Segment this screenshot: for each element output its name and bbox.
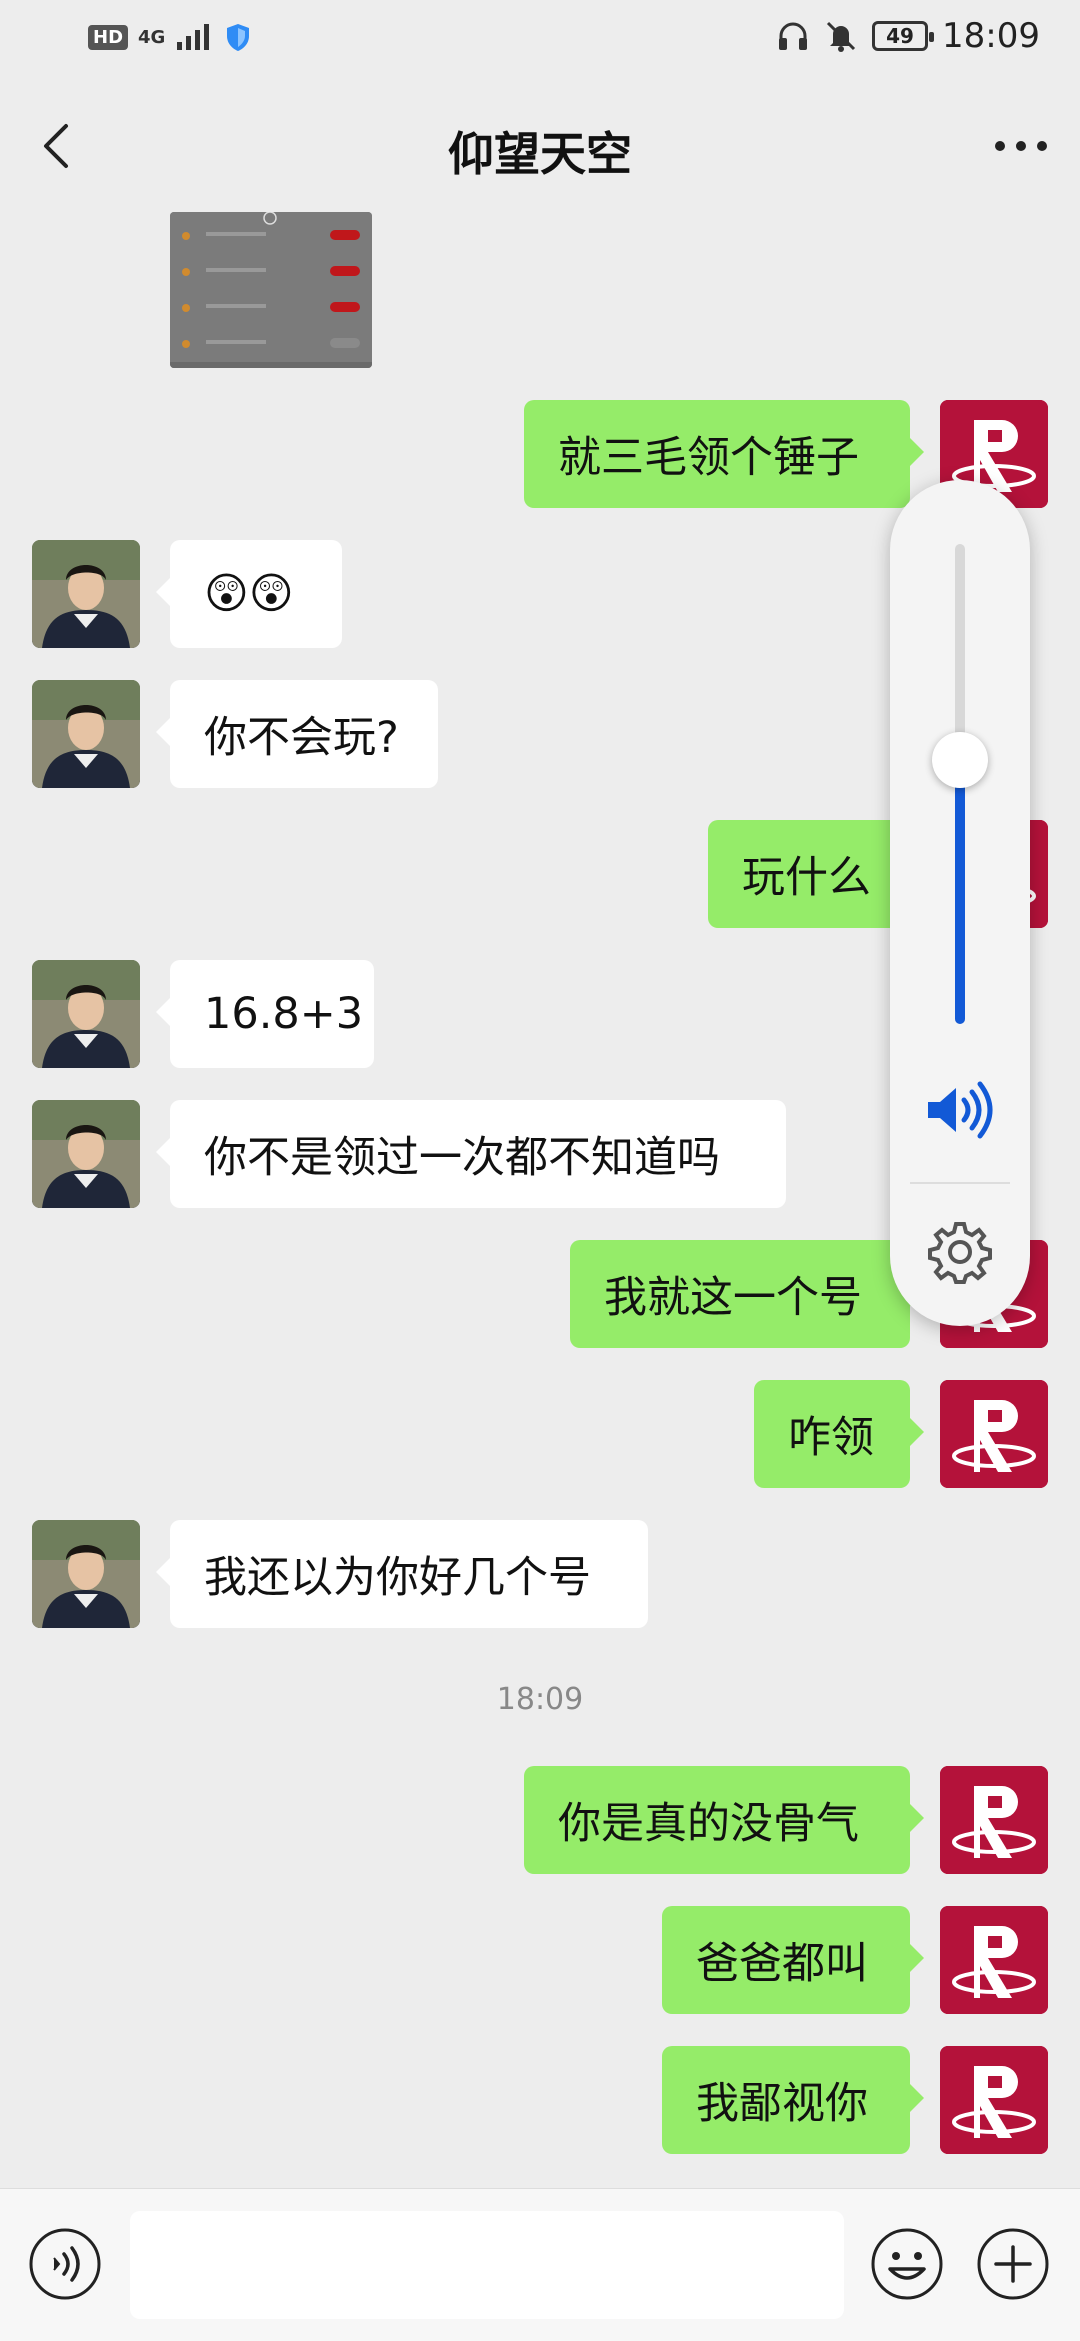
gear-icon[interactable] <box>928 1220 992 1284</box>
status-left: HD 4G <box>88 22 251 52</box>
friend-photo-graphic <box>32 1100 140 1208</box>
my-avatar[interactable] <box>940 1380 1048 1488</box>
plus-icon[interactable] <box>976 2227 1050 2301</box>
my-avatar[interactable] <box>940 1906 1048 2014</box>
friend-photo-graphic <box>32 1520 140 1628</box>
emoji-icon[interactable] <box>870 2227 944 2301</box>
shield-icon <box>227 24 250 51</box>
volume-divider <box>910 1182 1010 1184</box>
time-separator: 18:09 <box>496 1682 584 1717</box>
friend-photo-graphic <box>32 540 140 648</box>
friend-avatar[interactable] <box>32 540 140 648</box>
chat-header: 仰望天空 <box>0 80 1080 212</box>
volume-panel <box>890 480 1030 1326</box>
message-bubble-outgoing[interactable]: 我就这一个号 <box>570 1240 924 1348</box>
more-dots-icon[interactable] <box>986 116 1056 176</box>
message-bubble-outgoing[interactable]: 你是真的没骨气 <box>524 1766 924 1874</box>
message-bubble-incoming[interactable]: 你不是领过一次都不知道吗 <box>156 1100 786 1208</box>
message-bubble-incoming[interactable]: 😲😲 <box>156 540 342 648</box>
friend-photo-graphic <box>32 680 140 788</box>
friend-avatar[interactable] <box>32 680 140 788</box>
message-bubble-outgoing[interactable]: 玩什么 <box>708 820 924 928</box>
image-message-thumbnail[interactable] <box>170 212 372 368</box>
mute-bell-icon <box>826 21 856 52</box>
message-input[interactable] <box>130 2211 844 2319</box>
headphones-icon <box>779 22 808 50</box>
status-time: 18:09 <box>942 16 1040 56</box>
signal-icon <box>177 24 210 50</box>
my-avatar[interactable] <box>940 2046 1048 2154</box>
my-avatar[interactable] <box>940 1766 1048 1874</box>
message-bubble-incoming[interactable]: 你不会玩? <box>156 680 438 788</box>
friend-avatar[interactable] <box>32 960 140 1068</box>
speaker-icon[interactable] <box>924 1080 996 1140</box>
volume-slider-thumb[interactable] <box>932 732 988 788</box>
voice-icon[interactable] <box>28 2227 102 2301</box>
hd-badge: HD <box>88 24 129 50</box>
message-bubble-incoming[interactable]: 16.8+3 <box>156 960 374 1068</box>
message-bubble-outgoing[interactable]: 就三毛领个锤子 <box>524 400 924 508</box>
battery-indicator: 49 <box>872 21 935 51</box>
message-bubble-outgoing[interactable]: 我鄙视你 <box>662 2046 924 2154</box>
rockets-logo-icon <box>940 1906 1048 2014</box>
screenshot-thumbnail-graphic <box>170 212 372 368</box>
chat-input-bar <box>0 2188 1080 2341</box>
chat-title: 仰望天空 <box>448 127 632 181</box>
battery-level: 49 <box>886 24 914 48</box>
rockets-logo-icon <box>940 1380 1048 1488</box>
message-bubble-incoming[interactable]: 我还以为你好几个号 <box>156 1520 648 1628</box>
network-label: 4G <box>138 26 166 48</box>
status-right: 49 18:09 <box>776 16 1040 56</box>
message-bubble-outgoing[interactable]: 咋领 <box>754 1380 924 1488</box>
rockets-logo-icon <box>940 2046 1048 2154</box>
friend-photo-graphic <box>32 960 140 1068</box>
friend-avatar[interactable] <box>32 1100 140 1208</box>
rockets-logo-icon <box>940 1766 1048 1874</box>
message-bubble-outgoing[interactable]: 爸爸都叫 <box>662 1906 924 2014</box>
friend-avatar[interactable] <box>32 1520 140 1628</box>
status-bar: HD 4G 49 18:09 <box>0 0 1080 80</box>
volume-level-fill <box>955 760 965 1024</box>
